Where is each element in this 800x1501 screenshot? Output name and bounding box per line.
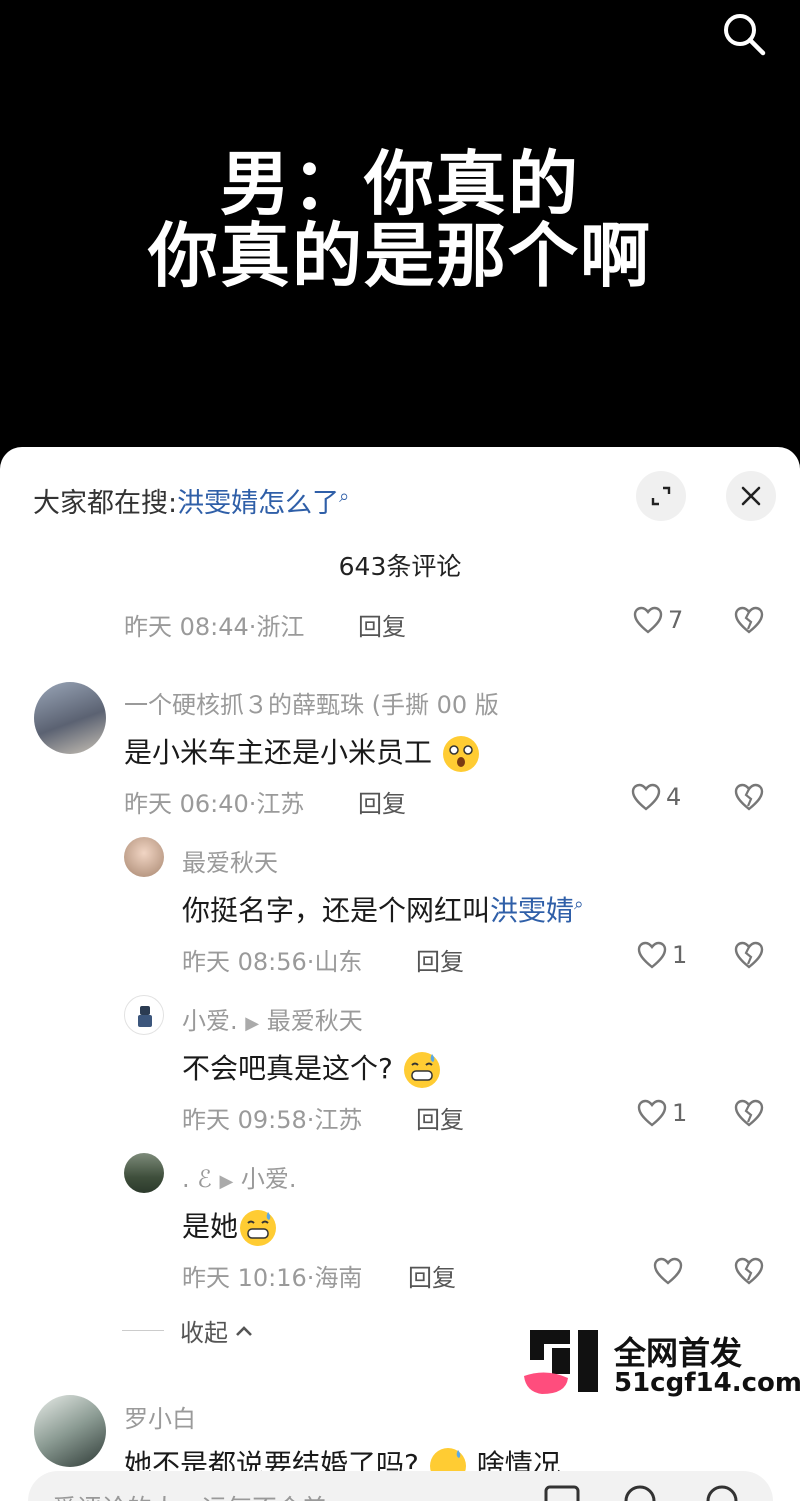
dislike-button[interactable]	[733, 605, 765, 639]
broken-heart-icon	[734, 783, 764, 811]
heart-icon	[631, 783, 661, 811]
comment-author[interactable]: 一个硬核抓３的薛甄珠 (手撕 00 版	[124, 685, 499, 720]
heart-icon	[637, 1099, 667, 1127]
comment-author[interactable]: 罗小白	[124, 1399, 196, 1434]
like-button[interactable]	[652, 1256, 688, 1286]
emoji-icon[interactable]	[704, 1485, 740, 1501]
like-count: 1	[672, 1099, 688, 1127]
dislike-button[interactable]	[733, 1256, 765, 1290]
avatar[interactable]	[124, 837, 164, 877]
collapse-label: 收起	[180, 1319, 228, 1347]
broken-heart-icon	[734, 606, 764, 634]
expand-icon	[651, 486, 671, 506]
hot-search-prefix: 大家都在搜:	[33, 488, 178, 519]
heart-icon	[653, 1257, 683, 1285]
watermark: 全网首发 51cgf14.com	[522, 1328, 800, 1398]
like-count: 7	[668, 606, 684, 634]
like-count: 1	[672, 941, 688, 969]
comment-text: 不会吧真是这个?	[182, 1047, 442, 1090]
like-button[interactable]: 1	[636, 940, 687, 970]
close-button[interactable]	[726, 471, 776, 521]
avatar[interactable]	[124, 1153, 164, 1193]
hot-search-keyword[interactable]: 洪雯婧怎么了	[177, 488, 339, 519]
hot-search-suggestion[interactable]: 大家都在搜:洪雯婧怎么了⌕	[33, 481, 349, 520]
like-button[interactable]: 7	[632, 605, 683, 635]
avatar[interactable]	[34, 682, 106, 754]
caption-line-2: 你真的是那个啊	[148, 215, 652, 297]
dislike-button[interactable]	[733, 940, 765, 974]
comment-input-placeholder: 爱评论的人，运气不会差	[52, 1489, 327, 1501]
comment-meta: 昨天 10:16·海南	[182, 1264, 363, 1292]
video-caption: 男：你真的 你真的是那个啊	[0, 148, 800, 292]
comment-text: 你挺名字，还是个网红叫洪雯婧⌕	[182, 894, 584, 927]
comment-text: 是她	[182, 1205, 278, 1248]
avatar[interactable]	[34, 1395, 106, 1467]
reply-button[interactable]: 回复	[416, 942, 464, 977]
reply-to-name: 小爱.	[240, 1165, 297, 1193]
like-count: 4	[666, 783, 682, 811]
reply-button[interactable]: 回复	[416, 1100, 464, 1135]
divider	[122, 1330, 164, 1331]
broken-heart-icon	[734, 1099, 764, 1127]
keyword-link[interactable]: 洪雯婧⌕	[490, 894, 584, 927]
comment-input[interactable]: 爱评论的人，运气不会差	[28, 1471, 773, 1501]
like-button[interactable]: 1	[636, 1098, 687, 1128]
mention-icon[interactable]	[622, 1485, 658, 1501]
watermark-line-2: 51cgf14.com	[614, 1368, 800, 1398]
comment-text: 是小米车主还是小米员工	[124, 731, 481, 774]
dislike-button[interactable]	[733, 782, 765, 816]
dizzy-face-emoji	[442, 736, 479, 772]
avatar[interactable]	[124, 995, 164, 1035]
chevron-up-icon	[236, 1325, 252, 1336]
search-small-icon: ⌕	[574, 894, 584, 915]
watermark-logo	[524, 1330, 598, 1394]
broken-heart-icon	[734, 1257, 764, 1285]
dislike-button[interactable]	[733, 1098, 765, 1132]
like-button[interactable]: 4	[630, 782, 681, 812]
close-icon	[741, 486, 761, 506]
reply-button[interactable]: 回复	[408, 1258, 456, 1293]
comment-author[interactable]: 最爱秋天	[182, 843, 278, 878]
heart-icon	[633, 606, 663, 634]
reply-to-name: 最爱秋天	[266, 1007, 363, 1035]
comment-author[interactable]: 小爱. ▶ 最爱秋天	[182, 1001, 363, 1036]
search-icon[interactable]	[718, 8, 770, 60]
reply-button[interactable]: 回复	[358, 784, 406, 819]
comment-meta: 昨天 06:40·江苏	[124, 790, 305, 818]
expand-button[interactable]	[636, 471, 686, 521]
comment-meta: 昨天 09:58·江苏	[182, 1106, 363, 1134]
image-icon[interactable]	[544, 1485, 580, 1501]
grinning-sweat-emoji	[240, 1210, 277, 1246]
comment-author[interactable]: . ℰ ▶ 小爱.	[182, 1159, 297, 1194]
comment-count: 643条评论	[338, 552, 462, 581]
video-area[interactable]: 男：你真的 你真的是那个啊	[0, 0, 800, 448]
reply-button[interactable]: 回复	[358, 607, 406, 642]
search-small-icon: ⌕	[339, 486, 350, 507]
comment-meta: 昨天 08:56·山东	[182, 948, 363, 976]
broken-heart-icon	[734, 941, 764, 969]
heart-icon	[637, 941, 667, 969]
collapse-replies-button[interactable]: 收起	[122, 1313, 254, 1348]
comment-meta: 昨天 08:44·浙江	[124, 613, 305, 641]
caption-line-1: 男：你真的	[220, 143, 580, 225]
grinning-sweat-emoji	[403, 1052, 440, 1088]
